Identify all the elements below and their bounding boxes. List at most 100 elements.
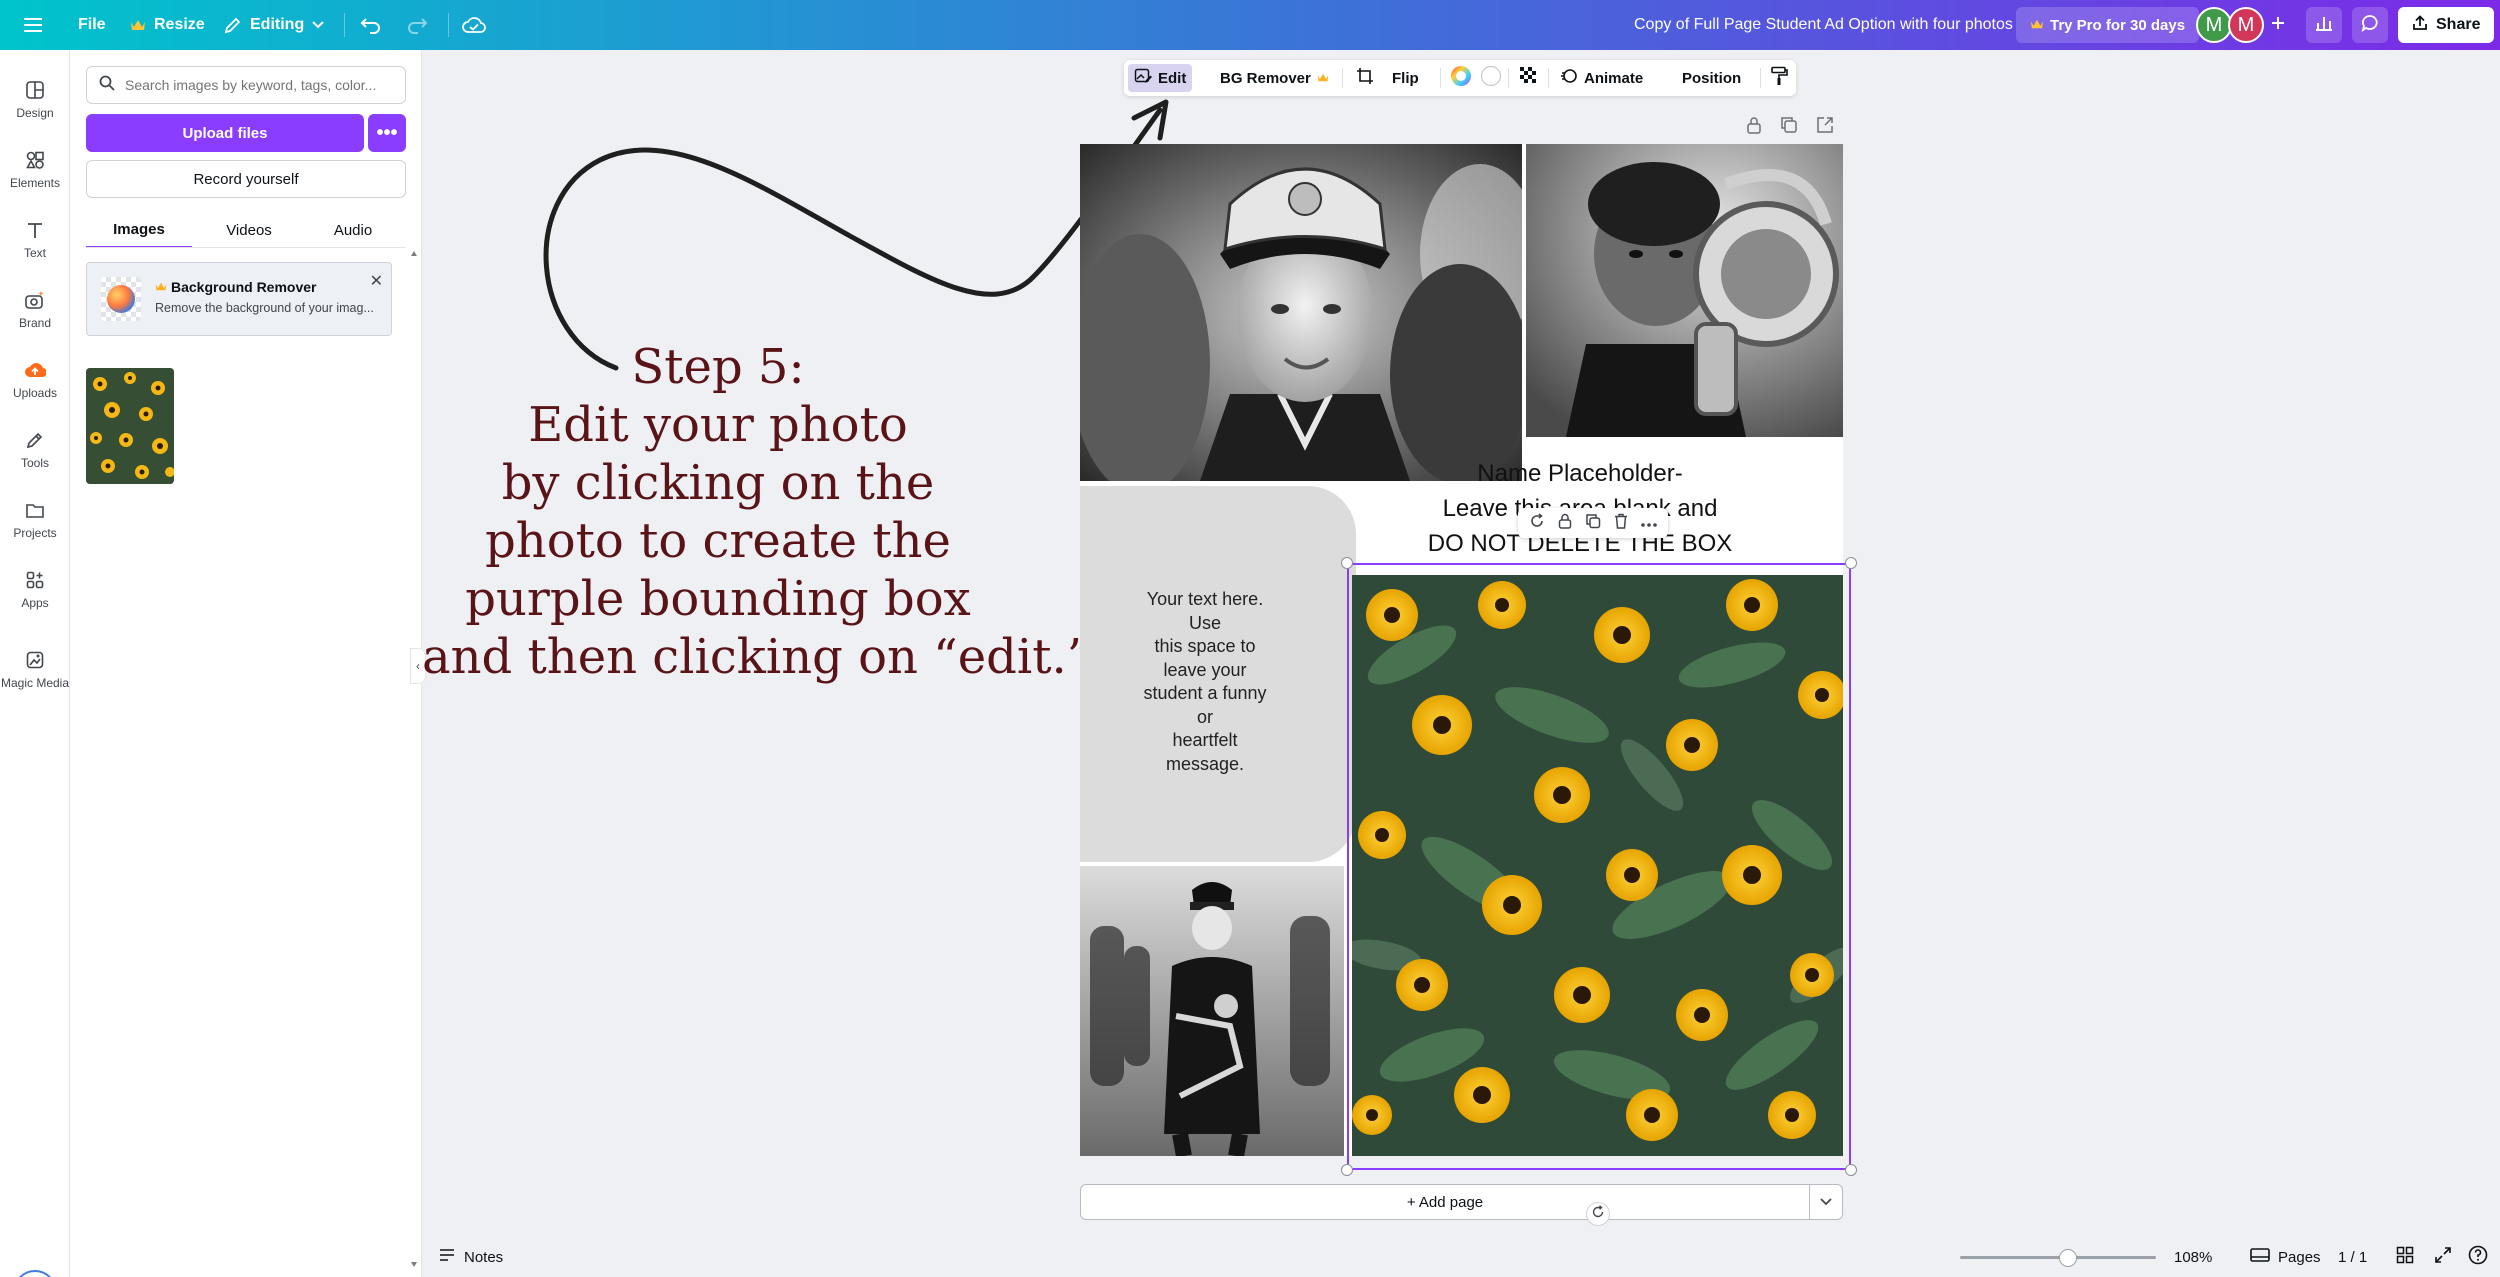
page-counter: 1 / 1 [2338,1248,2368,1266]
search-input[interactable] [125,77,385,93]
position-button[interactable]: Position [1676,64,1747,92]
rotate-icon[interactable] [1529,512,1545,534]
design-icon [25,80,45,100]
fullscreen-button[interactable] [2434,1237,2452,1277]
resize-handle[interactable] [1341,557,1353,569]
search-icon [99,75,115,96]
edit-image-label: Edit [1158,69,1187,87]
crop-button[interactable] [1350,64,1380,92]
insights-button[interactable] [2306,7,2342,43]
photo-band-girl[interactable] [1080,144,1522,481]
lock-icon[interactable] [1746,116,1762,139]
search-box[interactable] [86,66,406,104]
main-menu-button[interactable] [24,0,44,50]
magic-assistant-button[interactable] [13,1270,57,1277]
uploads-panel: Upload files ••• Record yourself Images … [70,50,422,1277]
help-icon [2468,1245,2488,1269]
more-icon[interactable] [1641,514,1658,532]
expand-page-icon[interactable] [1816,116,1834,139]
upload-files-button[interactable]: Upload files [86,114,364,152]
hamburger-icon [24,17,44,33]
redo-icon [406,16,428,34]
color-adjust-button[interactable] [1444,64,1478,92]
close-icon[interactable]: ✕ [370,271,383,291]
zoom-level[interactable]: 108% [2174,1237,2212,1277]
share-label: Share [2436,16,2481,33]
tab-audio[interactable]: Audio [300,212,406,248]
invite-button[interactable] [2270,0,2286,50]
instruction-line: Step 5: [631,339,805,395]
help-button[interactable] [2468,1237,2488,1277]
pages-button[interactable]: Pages [2250,1237,2321,1277]
message-text[interactable]: Your text here. Use this space to leave … [1080,588,1330,776]
more-options-button[interactable]: ••• [368,114,406,152]
redo-button[interactable] [406,0,428,50]
avatar[interactable]: M [2196,7,2232,43]
rail-item-magic-media[interactable]: Magic Media [0,638,70,702]
tab-images[interactable]: Images [86,212,192,248]
rail-item-elements[interactable]: Elements [0,138,70,202]
share-button[interactable]: Share [2398,7,2495,43]
rail-item-projects[interactable]: Projects [0,488,70,552]
crown-icon [2030,17,2044,34]
uploaded-image-thumbnail[interactable] [86,368,174,484]
file-menu-button[interactable]: File [78,0,106,50]
rail-item-label: Apps [21,596,49,610]
tab-videos[interactable]: Videos [196,212,302,248]
bg-card-description: Remove the background of your imag... [155,301,374,315]
rail-item-brand[interactable]: Brand [0,278,70,342]
file-menu-label: File [78,16,106,33]
photo-band-boy-tuba[interactable] [1526,144,1843,437]
resize-handle[interactable] [1341,1164,1353,1176]
comments-button[interactable] [2352,7,2388,43]
divider [1342,68,1343,88]
document-title[interactable]: Copy of Full Page Student Ad Option with… [1634,0,2013,50]
grid-view-button[interactable] [2396,1237,2414,1277]
animate-button[interactable]: Animate [1554,64,1649,92]
border-color-button[interactable] [1474,64,1508,92]
bg-remover-button[interactable]: BG Remover [1214,64,1335,92]
zoom-slider-thumb[interactable] [2058,1249,2077,1267]
rail-item-apps[interactable]: Apps [0,558,70,622]
divider [86,247,406,248]
undo-icon [360,16,382,34]
refresh-button[interactable] [1586,1202,1610,1226]
rail-item-text[interactable]: Text [0,208,70,272]
left-rail: Design Elements Text Brand Uploads Tools… [0,50,70,1277]
rail-item-label: Elements [9,176,61,190]
add-page-dropdown-button[interactable] [1810,1184,1843,1220]
duplicate-icon[interactable] [1585,513,1601,534]
transparency-button[interactable] [1514,64,1544,92]
cloud-check-icon [462,16,486,34]
try-pro-button[interactable]: Try Pro for 30 days [2016,7,2200,43]
pages-label: Pages [2278,1248,2321,1266]
resize-handle[interactable] [1845,1164,1857,1176]
edit-image-button[interactable]: Edit [1128,64,1193,92]
resize-handle[interactable] [1845,557,1857,569]
resize-button[interactable]: Resize [130,0,205,50]
copy-style-button[interactable] [1764,64,1794,92]
selection-bounding-box[interactable] [1347,563,1851,1170]
add-page-button[interactable]: + Add page [1080,1184,1810,1220]
rail-item-tools[interactable]: Tools [0,418,70,482]
save-status-button[interactable] [462,0,486,50]
rail-item-uploads[interactable]: Uploads [0,348,70,412]
avatar[interactable]: M [2228,7,2264,43]
flip-button[interactable]: Flip [1386,64,1425,92]
background-remover-card[interactable]: Background Remover Remove the background… [86,262,392,336]
record-yourself-button[interactable]: Record yourself [86,160,406,198]
photo-band-boy-trumpet[interactable] [1080,866,1344,1156]
rail-item-design[interactable]: Design [0,68,70,132]
lock-icon[interactable] [1558,513,1572,534]
editing-mode-button[interactable]: Editing [224,0,324,50]
crown-icon [155,279,167,295]
editing-mode-label: Editing [250,16,305,33]
notes-button[interactable]: Notes [438,1237,503,1277]
trash-icon[interactable] [1614,513,1628,534]
duplicate-page-icon[interactable] [1780,116,1798,139]
bg-remover-label: BG Remover [1220,69,1311,87]
color-wheel-icon [1450,65,1472,91]
undo-button[interactable] [360,0,382,50]
instruction-line: purple bounding box [465,571,971,627]
panel-scrollbar[interactable] [410,250,418,1270]
